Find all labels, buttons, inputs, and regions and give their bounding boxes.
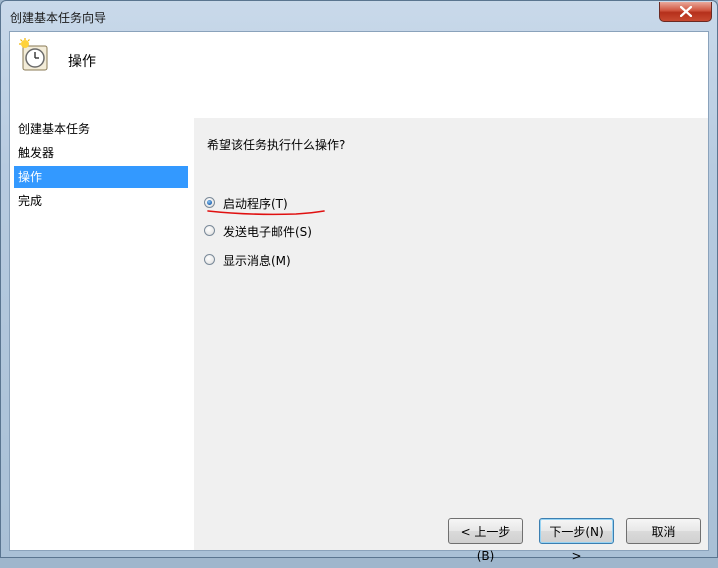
action-question: 希望该任务执行什么操作?: [207, 138, 346, 152]
radio-label-show-message: 显示消息(M): [223, 254, 291, 268]
back-button[interactable]: < 上一步(B): [448, 518, 523, 563]
window-title: 创建基本任务向导: [10, 11, 107, 25]
title-bar[interactable]: 创建基本任务向导: [1, 1, 717, 31]
nav-item-action[interactable]: 操作: [14, 166, 188, 188]
wizard-header: 操作: [10, 32, 708, 118]
radio-label-send-email: 发送电子邮件(S): [223, 225, 312, 239]
clock-icon: [19, 38, 48, 71]
radio-button-unchecked[interactable]: [204, 254, 215, 265]
cancel-button[interactable]: 取消: [626, 518, 701, 544]
page-title: 操作: [68, 54, 96, 70]
wizard-content: 希望该任务执行什么操作? 启动程序(T) 发送电子邮件(S) 显示消息(M): [194, 118, 708, 508]
radio-button-unchecked[interactable]: [204, 225, 215, 236]
next-button[interactable]: 下一步(N) >: [539, 518, 614, 563]
wizard-steps-nav: 创建基本任务 触发器 操作 完成: [10, 118, 194, 550]
close-icon: [680, 6, 692, 17]
wizard-client-area: 操作 创建基本任务 触发器 操作 完成 希望该任务执行什么操作? 启动程序(T)…: [9, 31, 709, 563]
nav-item-trigger[interactable]: 触发器: [14, 142, 188, 164]
close-button[interactable]: [659, 2, 712, 22]
nav-item-create-basic-task[interactable]: 创建基本任务: [14, 118, 188, 140]
wizard-window: 创建基本任务向导 操作 创建基本任务 触发器 操作 完成 希望该任务执行什么操作…: [0, 0, 718, 563]
nav-item-finish[interactable]: 完成: [14, 190, 188, 212]
red-underline-annotation: [207, 210, 325, 216]
